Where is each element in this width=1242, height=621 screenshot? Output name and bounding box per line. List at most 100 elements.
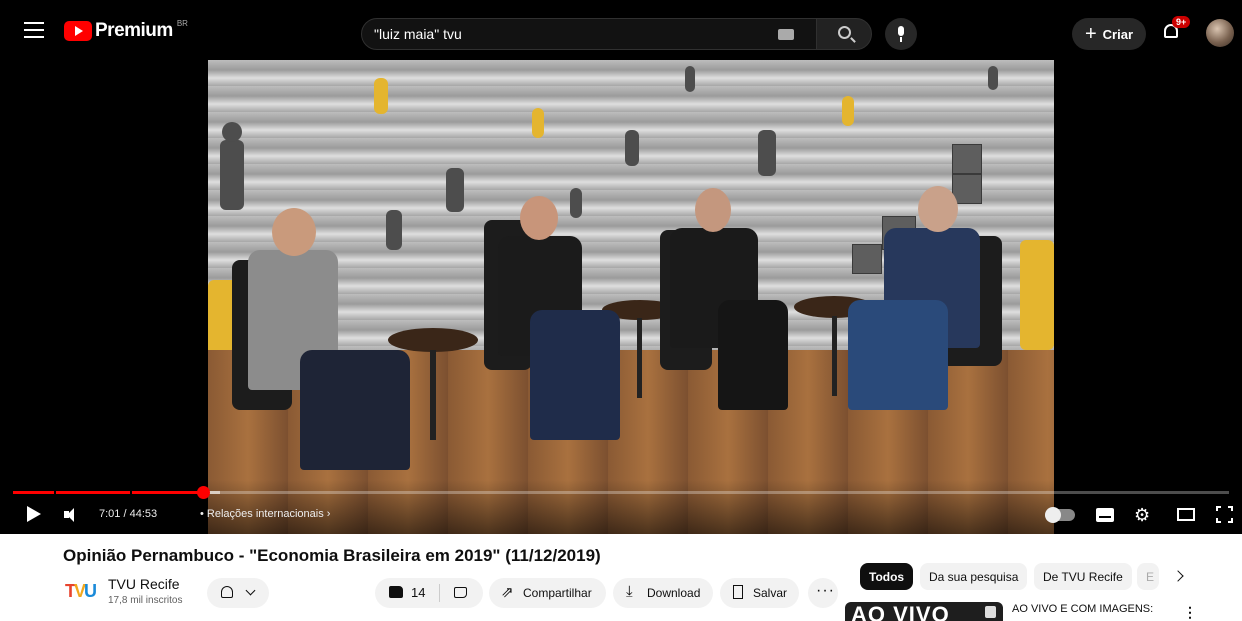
channel-name[interactable]: TVU Recife: [108, 576, 180, 592]
search-input[interactable]: "luiz maia" tvu: [361, 18, 817, 50]
gear-icon[interactable]: ⚙: [1134, 504, 1150, 526]
wall-figure: [220, 140, 244, 210]
wall-figure: [446, 168, 464, 212]
table-stand: [832, 316, 837, 396]
thumbnail-text: AO VIVO: [851, 602, 950, 621]
chapter-label: Relações internacionais: [206, 508, 324, 520]
wall-figure: [842, 96, 854, 126]
wall-figure: [1020, 240, 1054, 350]
like-count: 14: [411, 585, 426, 600]
wall-figure: [374, 78, 388, 114]
channel-logo-letter: V: [74, 581, 86, 601]
share-label: Compartilhar: [523, 586, 592, 600]
panelist-legs: [530, 310, 620, 440]
wall-figure: [988, 66, 998, 90]
masthead: Premium BR "luiz maia" tvu + Criar 9+: [0, 0, 1242, 60]
panelist-legs: [300, 350, 410, 470]
chapter-marker: [129, 491, 132, 494]
host-head: [918, 186, 958, 232]
subscriber-count: 17,8 mil inscritos: [108, 595, 183, 606]
wall-figure: [570, 188, 582, 218]
more-horizontal-icon: ···: [816, 582, 835, 599]
control-row: 7:01 / 44:53 • Relações internacionais ›…: [0, 500, 1242, 530]
wall-figure: [386, 210, 402, 250]
recommendation-title[interactable]: AO VIVO E COM IMAGENS:: [1012, 603, 1153, 615]
channel-logo-letter: T: [65, 581, 76, 601]
video-title: Opinião Pernambuco - "Economia Brasileir…: [63, 546, 601, 565]
download-icon: ⤓: [626, 583, 633, 600]
keyboard-icon[interactable]: [778, 29, 794, 40]
play-icon[interactable]: [27, 506, 41, 522]
panelist-legs: [718, 300, 788, 410]
download-label: Download: [647, 586, 701, 600]
hamburger-menu-icon[interactable]: [24, 22, 44, 38]
chevron-right-icon[interactable]: [1172, 567, 1190, 585]
channel-logo-letter: U: [84, 581, 97, 601]
avatar[interactable]: [1206, 19, 1234, 47]
search-icon: [838, 26, 851, 39]
share-button[interactable]: ⇗ Compartilhar: [489, 578, 606, 608]
subscription-notifications-button[interactable]: [207, 578, 269, 608]
plus-icon: +: [1084, 22, 1097, 45]
chip-da-sua-pesquisa[interactable]: Da sua pesquisa: [920, 563, 1028, 590]
search-query[interactable]: "luiz maia" tvu: [374, 26, 462, 42]
decor-cube: [852, 244, 882, 274]
progress-bar[interactable]: [13, 486, 1229, 499]
played-bar: [13, 491, 203, 494]
wall-figure: [758, 130, 776, 176]
share-arrow-icon: ⇗: [501, 584, 514, 601]
voice-search-mic-icon[interactable]: [885, 18, 917, 50]
chevron-down-icon: [245, 585, 256, 596]
decor-cube: [952, 144, 982, 174]
chip-todos[interactable]: Todos: [860, 563, 914, 590]
save-button[interactable]: Salvar: [720, 578, 799, 608]
recommendation-thumbnail[interactable]: AO VIVO: [845, 602, 1003, 621]
youtube-play-logo-icon: [64, 21, 92, 41]
chevron-right-icon: ›: [326, 508, 331, 520]
download-button[interactable]: ⤓ Download: [613, 578, 713, 608]
chapter-separator: •: [200, 508, 204, 520]
chip-partial[interactable]: E: [1137, 563, 1159, 590]
fullscreen-icon[interactable]: [1216, 506, 1233, 523]
chapter-marker: [54, 491, 57, 494]
country-code: BR: [176, 18, 188, 28]
scrubber-handle[interactable]: [196, 486, 210, 499]
thumbs-up-icon: [389, 586, 403, 598]
subtitles-icon[interactable]: [1096, 508, 1114, 522]
notification-badge: 9+: [1172, 16, 1191, 28]
volume-icon[interactable]: [64, 507, 80, 523]
host-legs: [848, 300, 948, 410]
side-table: [388, 328, 478, 352]
autoplay-toggle[interactable]: [1045, 507, 1075, 523]
more-vertical-icon[interactable]: ⋮: [1183, 605, 1197, 619]
panelist-head: [695, 188, 731, 232]
logo-text: Premium: [95, 20, 173, 41]
table-stand: [430, 350, 436, 440]
bookmark-icon: [733, 585, 743, 599]
lock-icon: [985, 606, 996, 618]
chip-de-tvu-recife[interactable]: De TVU Recife: [1034, 563, 1132, 590]
search-button[interactable]: [816, 18, 872, 50]
like-button[interactable]: 14: [375, 578, 439, 608]
time-display: 7:01 / 44:53: [99, 508, 158, 520]
bell-icon: [221, 586, 233, 598]
chapter-title[interactable]: • Relações internacionais ›: [200, 508, 330, 520]
divider: [439, 584, 440, 602]
channel-logo[interactable]: TVU: [65, 581, 97, 603]
wall-figure-head: [222, 122, 242, 142]
more-actions-button[interactable]: ···: [808, 578, 838, 608]
table-stand: [637, 318, 642, 398]
video-player[interactable]: 7:01 / 44:53 • Relações internacionais ›…: [0, 60, 1242, 534]
wall-figure: [685, 66, 695, 92]
create-button[interactable]: + Criar: [1072, 18, 1146, 50]
thumbs-down-icon: [454, 587, 467, 598]
dislike-button[interactable]: [441, 578, 483, 608]
panelist-head: [520, 196, 558, 240]
video-frame[interactable]: [208, 60, 1054, 534]
notifications-bell-icon[interactable]: 9+: [1162, 16, 1191, 42]
save-label: Salvar: [753, 586, 788, 600]
theater-mode-icon[interactable]: [1177, 508, 1195, 521]
panelist-head: [272, 208, 316, 256]
like-dislike-group: 14: [375, 578, 483, 608]
youtube-premium-logo[interactable]: Premium BR: [64, 18, 188, 42]
